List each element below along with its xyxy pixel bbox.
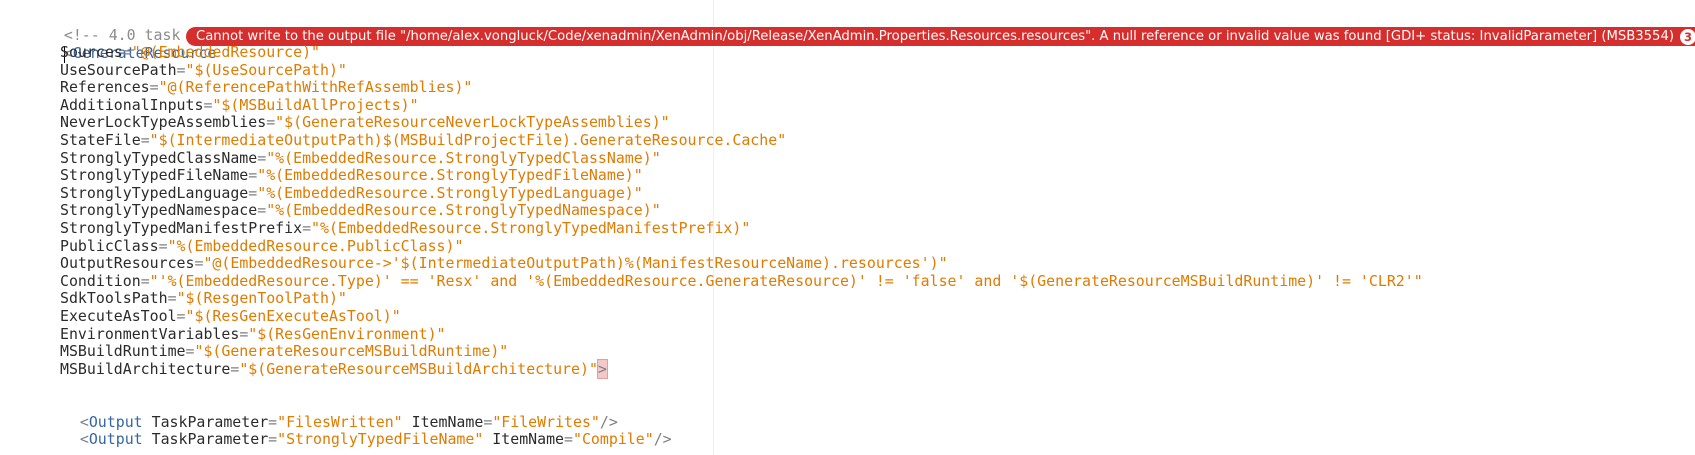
attribute-value: "$(ResgenToolPath)" bbox=[176, 289, 347, 308]
attribute-value: "$(GenerateResourceNeverLockTypeAssembli… bbox=[275, 113, 670, 132]
attribute-name: Condition bbox=[60, 271, 141, 290]
equals-sign: = bbox=[257, 201, 267, 220]
equals-sign: = bbox=[230, 359, 240, 378]
code-line-attribute[interactable]: Sources="@(EmbeddedResource)" bbox=[60, 43, 320, 62]
error-count-badge[interactable]: 3 bbox=[1680, 28, 1695, 45]
code-line-attribute[interactable]: SdkToolsPath="$(ResgenToolPath)" bbox=[60, 289, 347, 308]
code-line-attribute[interactable]: UseSourcePath="$(UseSourcePath)" bbox=[60, 61, 347, 80]
error-diagnostic-bubble[interactable]: Cannot write to the output file "/home/a… bbox=[186, 27, 1695, 46]
code-line-attribute[interactable]: StronglyTypedNamespace="%(EmbeddedResour… bbox=[60, 201, 661, 220]
equals-sign: = bbox=[302, 219, 312, 237]
error-message: Cannot write to the output file "/home/a… bbox=[196, 29, 1674, 44]
attribute-value: "$(GenerateResourceMSBuildRuntime)" bbox=[194, 342, 509, 361]
attribute-value: "$(MSBuildAllProjects)" bbox=[212, 95, 419, 114]
attribute-value: "%(EmbeddedResource.StronglyTypedManifes… bbox=[311, 219, 751, 237]
attribute-name: StronglyTypedLanguage bbox=[60, 183, 249, 202]
attribute-value: "%(EmbeddedResource.StronglyTypedLanguag… bbox=[257, 183, 643, 202]
attribute-name: Sources bbox=[60, 43, 123, 61]
code-line-attribute[interactable]: References="@(ReferencePathWithRefAssemb… bbox=[60, 78, 472, 97]
attribute-name: StronglyTypedManifestPrefix bbox=[60, 219, 303, 237]
attribute-value: "@(EmbeddedResource->'$(IntermediateOutp… bbox=[203, 254, 948, 273]
attribute-name: StateFile bbox=[60, 131, 141, 149]
equals-sign: = bbox=[176, 307, 186, 325]
code-line-attribute[interactable]: StateFile="$(IntermediateOutputPath)$(MS… bbox=[60, 131, 786, 150]
code-editor[interactable]: <!-- 4.0 task has some new parameters th… bbox=[0, 0, 1695, 455]
code-line-comment[interactable]: <!-- 4.0 task has some new parameters th… bbox=[28, 7, 889, 44]
attribute-value: "%(EmbeddedResource.StronglyTypedNamespa… bbox=[266, 201, 661, 220]
equals-sign: = bbox=[149, 78, 159, 97]
code-line-attribute[interactable]: OutputResources="@(EmbeddedResource->'$(… bbox=[60, 254, 948, 273]
attribute-value: "Compile" bbox=[573, 430, 654, 448]
equals-sign: = bbox=[266, 113, 276, 132]
equals-sign: = bbox=[268, 430, 278, 448]
tag-self-close: /> bbox=[653, 430, 672, 448]
equals-sign: = bbox=[176, 60, 186, 79]
attribute-name: ExecuteAsTool bbox=[60, 307, 177, 325]
code-line-attribute[interactable]: AdditionalInputs="$(MSBuildAllProjects)" bbox=[60, 96, 419, 115]
attribute-value: "$(IntermediateOutputPath)$(MSBuildProje… bbox=[149, 131, 787, 149]
code-line-attribute[interactable]: MSBuildRuntime="$(GenerateResourceMSBuil… bbox=[60, 342, 508, 361]
tag-open-bracket: < bbox=[79, 430, 89, 448]
attribute-name: UseSourcePath bbox=[60, 60, 177, 79]
equals-sign: = bbox=[564, 430, 573, 448]
equals-sign: = bbox=[167, 289, 177, 308]
attribute-value: "@(ReferencePathWithRefAssemblies)" bbox=[158, 78, 473, 97]
attribute-name: StronglyTypedClassName bbox=[60, 148, 258, 167]
attribute-value: "%(EmbeddedResource.StronglyTypedClassNa… bbox=[266, 148, 661, 167]
attribute-value: "StronglyTypedFileName" bbox=[277, 430, 484, 448]
attribute-value: "%(EmbeddedResource.PublicClass)" bbox=[167, 236, 464, 255]
attribute-name: MSBuildArchitecture bbox=[60, 359, 231, 378]
tag-close-bracket: > bbox=[596, 358, 608, 379]
output-tag-name: Output bbox=[88, 430, 143, 448]
equals-sign: = bbox=[248, 166, 258, 185]
code-line-attribute[interactable]: StronglyTypedFileName="%(EmbeddedResourc… bbox=[60, 166, 643, 185]
attribute-name: TaskParameter bbox=[151, 430, 269, 448]
attribute-name: NeverLockTypeAssemblies bbox=[60, 113, 267, 132]
attribute-name: OutputResources bbox=[60, 254, 195, 273]
attribute-name: StronglyTypedFileName bbox=[60, 166, 249, 185]
attribute-name: EnvironmentVariables bbox=[60, 324, 240, 343]
code-line-attribute[interactable]: ExecuteAsTool="$(ResGenExecuteAsTool)" bbox=[60, 307, 401, 326]
code-line-attribute[interactable]: StronglyTypedManifestPrefix="%(EmbeddedR… bbox=[60, 219, 750, 238]
attribute-value: "$(ResGenExecuteAsTool)" bbox=[185, 307, 401, 325]
code-line-attribute[interactable]: Condition="'%(EmbeddedResource.Type)' ==… bbox=[60, 272, 1423, 291]
code-line-attribute[interactable]: EnvironmentVariables="$(ResGenEnvironmen… bbox=[60, 325, 446, 344]
equals-sign: = bbox=[140, 131, 150, 149]
code-line-attribute[interactable]: StronglyTypedClassName="%(EmbeddedResour… bbox=[60, 149, 661, 168]
code-line-attribute[interactable]: NeverLockTypeAssemblies="$(GenerateResou… bbox=[60, 113, 670, 132]
equals-sign: = bbox=[248, 183, 258, 202]
code-line-attribute[interactable]: PublicClass="%(EmbeddedResource.PublicCl… bbox=[60, 237, 463, 256]
attribute-name: ItemName bbox=[492, 430, 565, 448]
attribute-name: References bbox=[60, 78, 150, 97]
attribute-value: "$(GenerateResourceMSBuildArchitecture)" bbox=[239, 359, 598, 378]
attribute-name: StronglyTypedNamespace bbox=[60, 201, 258, 220]
attribute-value: "'%(EmbeddedResource.Type)' == 'Resx' an… bbox=[149, 271, 1423, 290]
equals-sign: = bbox=[158, 236, 168, 255]
equals-sign: = bbox=[239, 324, 249, 343]
attribute-value: "@(EmbeddedResource)" bbox=[131, 43, 320, 61]
equals-sign: = bbox=[257, 148, 267, 167]
equals-sign: = bbox=[122, 43, 132, 61]
equals-sign: = bbox=[140, 271, 150, 290]
attribute-value: "$(UseSourcePath)" bbox=[185, 60, 347, 79]
attribute-value: "%(EmbeddedResource.StronglyTypedFileNam… bbox=[257, 166, 643, 185]
code-line-attribute[interactable]: MSBuildArchitecture="$(GenerateResourceM… bbox=[60, 358, 608, 379]
attribute-name: MSBuildRuntime bbox=[60, 342, 186, 361]
attribute-value: "$(ResGenEnvironment)" bbox=[248, 324, 446, 343]
attribute-name: AdditionalInputs bbox=[60, 95, 204, 114]
attribute-name: SdkToolsPath bbox=[60, 289, 168, 308]
code-line-output-2[interactable]: <Output TaskParameter="StronglyTypedFile… bbox=[44, 411, 672, 448]
attribute-name: PublicClass bbox=[60, 236, 159, 255]
code-line-attribute[interactable]: StronglyTypedLanguage="%(EmbeddedResourc… bbox=[60, 184, 643, 203]
